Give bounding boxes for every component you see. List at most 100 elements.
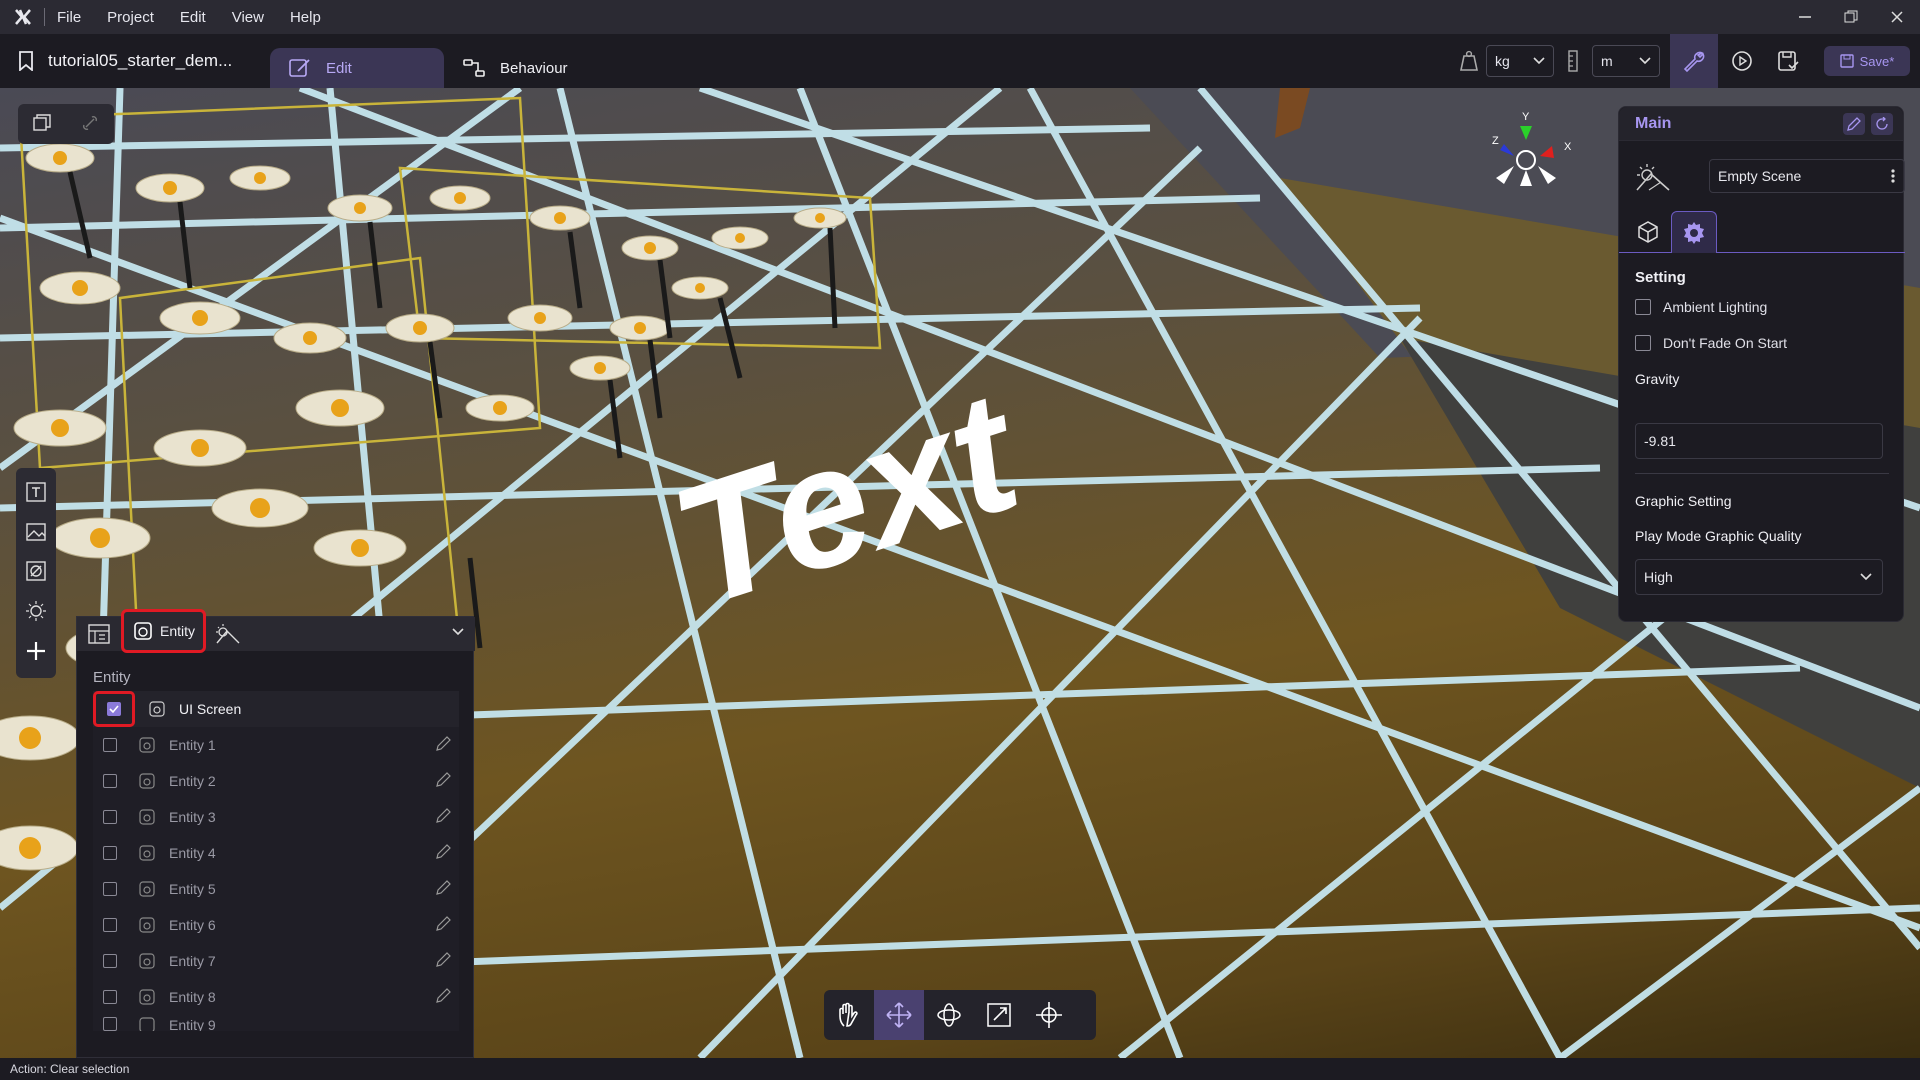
pencil-icon[interactable] <box>435 880 451 899</box>
entity-checkbox[interactable] <box>103 954 117 968</box>
graphic-quality-select[interactable]: High <box>1635 559 1883 595</box>
entity-icon <box>139 989 155 1005</box>
tab-edit[interactable]: Edit <box>270 48 444 88</box>
menu-help[interactable]: Help <box>290 9 321 26</box>
entity-checkbox[interactable] <box>103 774 117 788</box>
list-item[interactable]: Entity 1 <box>93 727 459 763</box>
list-item[interactable]: Entity 7 <box>93 943 459 979</box>
entity-checkbox[interactable] <box>107 702 121 716</box>
dont-fade-label: Don't Fade On Start <box>1663 335 1788 351</box>
light-tool-icon[interactable] <box>25 600 47 625</box>
play-button[interactable] <box>1718 50 1766 72</box>
ambient-lighting-option[interactable]: Ambient Lighting <box>1635 299 1767 315</box>
ambient-lighting-checkbox[interactable] <box>1635 299 1651 315</box>
main-panel-header: Main <box>1619 107 1903 141</box>
gear-icon <box>1684 221 1704 244</box>
pencil-icon[interactable] <box>435 844 451 863</box>
tab-entity-label: Entity <box>160 623 196 639</box>
image-tool-icon[interactable] <box>25 521 47 546</box>
list-item[interactable]: Entity 3 <box>93 799 459 835</box>
save-button[interactable]: Save* <box>1824 46 1910 76</box>
tab-behaviour[interactable]: Behaviour <box>462 48 568 88</box>
restore-icon[interactable] <box>1828 0 1874 34</box>
project-name: tutorial05_starter_dem... <box>48 51 233 70</box>
list-item[interactable]: Entity 2 <box>93 763 459 799</box>
link-icon[interactable] <box>80 113 100 136</box>
transform-all-tool[interactable] <box>1024 990 1074 1040</box>
list-item[interactable]: Entity 9 <box>93 1015 459 1031</box>
hierarchy-tab[interactable] <box>77 617 121 651</box>
pencil-icon[interactable] <box>435 952 451 971</box>
pencil-icon[interactable] <box>435 772 451 791</box>
play-icon <box>1732 51 1752 71</box>
collapse-chevron-icon[interactable] <box>451 625 465 642</box>
entity-checkbox[interactable] <box>103 810 117 824</box>
main-panel-tabs <box>1619 211 1905 253</box>
gizmo-z-label: Z <box>1492 135 1499 147</box>
text-tool-icon[interactable] <box>25 481 47 506</box>
scale-tool[interactable] <box>974 990 1024 1040</box>
scene-name-field[interactable]: Empty Scene <box>1709 159 1905 193</box>
list-item[interactable]: Entity 5 <box>93 871 459 907</box>
move-tool[interactable] <box>874 990 924 1040</box>
add-icon[interactable] <box>25 640 47 665</box>
entity-panel-tabs: Entity <box>77 609 475 653</box>
length-unit-select[interactable]: m <box>1592 45 1660 77</box>
cube-view-icon[interactable] <box>32 113 52 136</box>
ambient-lighting-label: Ambient Lighting <box>1663 299 1768 315</box>
entity-name: Entity 8 <box>169 989 216 1005</box>
minimize-icon[interactable] <box>1782 0 1828 34</box>
scene-environment-icon <box>1636 164 1670 191</box>
tab-scene-object[interactable] <box>1625 211 1671 253</box>
publish-button[interactable] <box>1766 50 1810 72</box>
rotate-tool[interactable] <box>924 990 974 1040</box>
menu-file[interactable]: File <box>57 9 81 26</box>
list-item[interactable]: UI Screen <box>93 691 459 727</box>
main-panel-title: Main <box>1635 114 1672 132</box>
pencil-icon[interactable] <box>435 736 451 755</box>
gravity-input[interactable]: -9.81 <box>1635 423 1883 459</box>
mass-unit-select[interactable]: kg <box>1486 45 1554 77</box>
pencil-icon[interactable] <box>1843 113 1865 135</box>
graphic-setting-heading: Graphic Setting <box>1635 493 1732 509</box>
environment-tab[interactable] <box>206 617 250 651</box>
shape-tool-icon[interactable] <box>25 560 47 585</box>
close-icon[interactable] <box>1874 0 1920 34</box>
entity-name: Entity 9 <box>169 1017 216 1031</box>
section-divider <box>1635 473 1889 474</box>
entity-icon <box>139 1017 155 1031</box>
menu-project[interactable]: Project <box>107 9 154 26</box>
setting-heading: Setting <box>1635 269 1686 286</box>
app-logo-icon <box>12 6 34 28</box>
entity-checkbox[interactable] <box>103 846 117 860</box>
list-item[interactable]: Entity 6 <box>93 907 459 943</box>
tab-entity[interactable]: Entity <box>121 609 207 653</box>
dont-fade-option[interactable]: Don't Fade On Start <box>1635 335 1787 351</box>
dont-fade-checkbox[interactable] <box>1635 335 1651 351</box>
scene-3d-text[interactable]: Text <box>653 354 1044 643</box>
menu-edit[interactable]: Edit <box>180 9 206 26</box>
wrench-button[interactable] <box>1670 34 1718 88</box>
reset-icon[interactable] <box>1871 113 1893 135</box>
pencil-icon[interactable] <box>435 916 451 935</box>
entity-checkbox[interactable] <box>103 882 117 896</box>
list-item[interactable]: Entity 4 <box>93 835 459 871</box>
ruler-icon <box>1554 50 1592 72</box>
move-arrows-icon <box>886 1002 912 1028</box>
pan-tool[interactable] <box>824 990 874 1040</box>
environment-icon <box>216 624 240 644</box>
more-options-icon[interactable] <box>1890 168 1896 187</box>
entity-checkbox[interactable] <box>103 1017 117 1031</box>
entity-checkbox[interactable] <box>103 738 117 752</box>
entity-checkbox[interactable] <box>103 990 117 1004</box>
menu-view[interactable]: View <box>232 9 264 26</box>
pencil-icon[interactable] <box>435 988 451 1007</box>
pencil-icon[interactable] <box>435 808 451 827</box>
scene-name-value: Empty Scene <box>1718 168 1802 184</box>
entity-name: Entity 4 <box>169 845 216 861</box>
entity-checkbox[interactable] <box>103 918 117 932</box>
list-item[interactable]: Entity 8 <box>93 979 459 1015</box>
axis-gizmo[interactable]: Y X Z <box>1480 110 1572 202</box>
gravity-value: -9.81 <box>1644 433 1676 449</box>
tab-settings[interactable] <box>1671 211 1717 253</box>
